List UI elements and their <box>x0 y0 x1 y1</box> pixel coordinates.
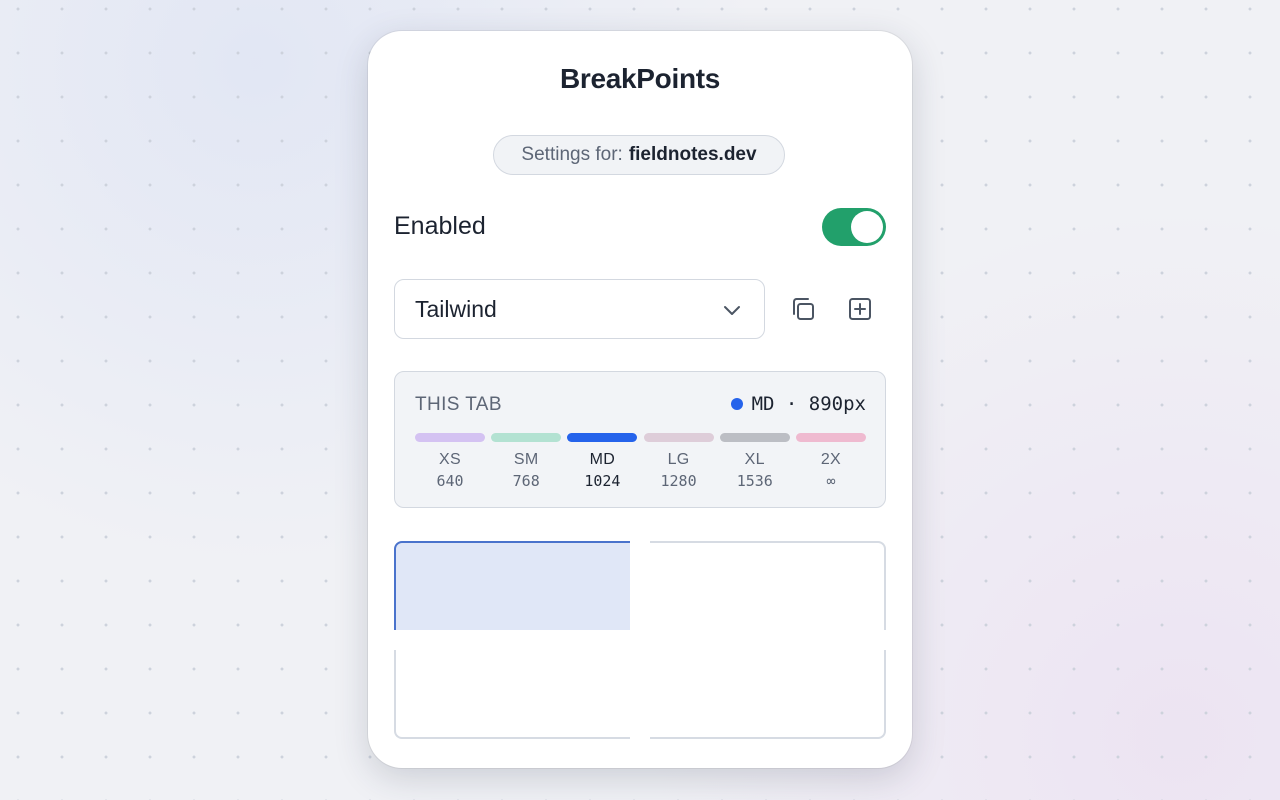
breakpoint-color-bar <box>795 433 866 442</box>
breakpoint-list: XS 640 SM 768 MD 1024 LG 1280 XL 1536 2X… <box>415 433 866 492</box>
enabled-toggle[interactable] <box>822 208 886 246</box>
this-tab-label: THIS TAB <box>415 394 502 415</box>
breakpoint-item[interactable]: MD 1024 <box>567 433 638 492</box>
breakpoint-color-bar <box>491 433 562 442</box>
current-breakpoint-text: MD · 890px <box>751 393 866 415</box>
preset-select[interactable]: Tailwind <box>394 279 765 339</box>
breakpoint-item[interactable]: LG 1280 <box>643 433 714 492</box>
breakpoint-size: 1536 <box>736 472 773 490</box>
plus-square-icon <box>849 298 871 320</box>
extension-popup: BreakPoints Settings for: fieldnotes.dev … <box>368 31 912 768</box>
copy-icon <box>793 298 814 320</box>
breakpoint-name: MD <box>589 451 616 468</box>
breakpoint-size: 640 <box>436 472 464 490</box>
chevron-down-icon <box>724 306 740 315</box>
breakpoint-name: SM <box>513 451 539 468</box>
preset-select-value: Tailwind <box>415 296 497 322</box>
preview-cell[interactable] <box>394 650 630 739</box>
breakpoint-color-bar <box>643 433 714 442</box>
breakpoint-size: 768 <box>512 472 540 490</box>
breakpoint-name: LG <box>667 451 690 468</box>
breakpoint-item[interactable]: XL 1536 <box>719 433 790 492</box>
breakpoint-name: 2X <box>820 451 842 468</box>
current-breakpoint: MD · 890px <box>730 393 866 415</box>
breakpoint-item[interactable]: SM 768 <box>491 433 562 492</box>
add-preset-button[interactable] <box>840 289 880 329</box>
breakpoint-size: 1280 <box>660 472 697 490</box>
breakpoint-name: XL <box>744 451 765 468</box>
this-tab-panel: THIS TAB MD · 890px XS 640 SM 768 MD 102… <box>394 371 886 508</box>
breakpoint-item[interactable]: XS 640 <box>415 433 485 492</box>
breakpoint-name: XS <box>439 451 461 468</box>
site-settings-badge: Settings for: fieldnotes.dev <box>493 135 785 175</box>
breakpoint-size: ∞ <box>826 472 836 490</box>
preview-cell[interactable] <box>650 650 886 739</box>
site-domain: fieldnotes.dev <box>628 144 757 165</box>
layout-preview <box>394 541 886 739</box>
breakpoint-color-bar <box>719 433 790 442</box>
preview-cell[interactable] <box>650 541 886 630</box>
breakpoint-color-bar <box>415 433 485 442</box>
duplicate-preset-button[interactable] <box>783 289 823 329</box>
enabled-label: Enabled <box>394 212 486 240</box>
toggle-knob <box>851 211 883 243</box>
app-title: BreakPoints <box>559 63 721 94</box>
preview-cell-active[interactable] <box>394 541 630 630</box>
breakpoint-size: 1024 <box>584 472 621 490</box>
current-breakpoint-dot <box>730 398 743 410</box>
breakpoint-color-bar <box>567 433 638 442</box>
settings-for-label: Settings for: <box>521 144 623 165</box>
breakpoint-item[interactable]: 2X ∞ <box>795 433 866 492</box>
